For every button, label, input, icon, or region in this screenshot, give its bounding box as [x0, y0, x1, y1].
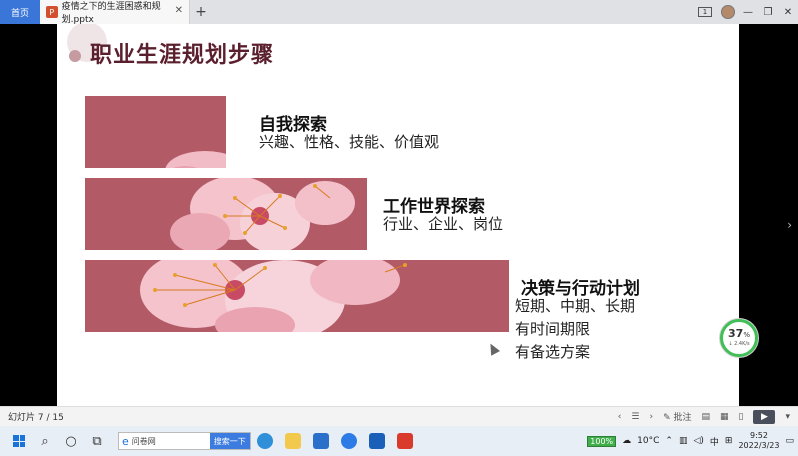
decor-dot: [69, 50, 81, 62]
slide-title: 职业生涯规划步骤: [90, 42, 275, 68]
status-bar: 幻灯片 7 / 15 ‹ ☰ › ✎ 批注 ▤ ▦ ▯ ▶ ▾: [0, 406, 798, 426]
battery-indicator[interactable]: 100%: [587, 435, 617, 447]
next-slide-arrow-icon[interactable]: ›: [787, 218, 792, 232]
clock-date: 2022/3/23: [738, 441, 780, 450]
performance-gauge[interactable]: 37% ↓ 2.4K/s: [720, 319, 758, 357]
tab-document[interactable]: P 疫情之下的生涯困惑和规划.pptx ✕: [40, 0, 190, 25]
prev-slide-icon[interactable]: ‹: [618, 412, 622, 422]
notification-icon[interactable]: ▭: [785, 436, 794, 446]
lenovo-app-icon[interactable]: [335, 426, 363, 456]
tab-spacer: [212, 0, 698, 24]
start-button[interactable]: [6, 426, 32, 456]
task-view-icon[interactable]: ⧉: [84, 426, 110, 456]
windows-logo-icon: [13, 435, 25, 447]
slide-canvas: 职业生涯规划步骤 自我探索 兴趣、性格、技能、价值观 工作世界探索 行业、企业、…: [57, 24, 739, 406]
page-badge[interactable]: 1: [698, 7, 712, 17]
tab-bar: 首页 P 疫情之下的生涯困惑和规划.pptx ✕ + 1 — ❐ ✕: [0, 0, 798, 25]
reading-view-icon[interactable]: ▯: [739, 412, 744, 422]
flower-image-strip-3: [85, 260, 509, 332]
gauge-percent: 37%: [728, 327, 750, 340]
chevron-up-icon[interactable]: ⌃: [665, 436, 673, 446]
volume-icon[interactable]: ◁): [693, 436, 703, 446]
system-tray: 100% ☁ 10°C ⌃ ▥ ◁) 中 ⊞ 9:52 2022/3/23 ▭: [587, 431, 798, 451]
close-window-icon[interactable]: ✕: [778, 7, 798, 18]
browser-search-button[interactable]: 搜索一下: [209, 433, 250, 449]
minimize-icon[interactable]: —: [738, 7, 758, 18]
slide-list-icon[interactable]: ☰: [631, 412, 639, 422]
clock[interactable]: 9:52 2022/3/23: [738, 431, 779, 451]
tab-home[interactable]: 首页: [0, 0, 40, 24]
next-slide-icon[interactable]: ›: [649, 412, 653, 422]
file-explorer-icon[interactable]: [279, 426, 307, 456]
section-3-line-1: 短期、中期、长期: [515, 297, 636, 315]
network-icon[interactable]: ▥: [679, 436, 688, 446]
window-controls: 1 — ❐ ✕: [698, 0, 798, 24]
ie-icon: e: [122, 434, 129, 448]
browser-search-input[interactable]: 问卷网: [132, 436, 210, 447]
ime-indicator[interactable]: 中: [710, 435, 719, 448]
section-3-line-2: 有时间期限: [515, 320, 591, 338]
sorter-view-icon[interactable]: ▦: [720, 412, 729, 422]
more-icon[interactable]: ▾: [785, 412, 790, 422]
section-2-line-1: 行业、企业、岗位: [383, 215, 504, 233]
note-button[interactable]: ✎ 批注: [663, 410, 691, 423]
search-icon[interactable]: ⌕: [32, 426, 58, 456]
clock-time: 9:52: [749, 431, 768, 440]
new-tab-button[interactable]: +: [190, 0, 212, 24]
browser-search-box: e 问卷网 搜索一下: [118, 432, 251, 450]
edge-app-icon[interactable]: [251, 426, 279, 456]
normal-view-icon[interactable]: ▤: [701, 412, 710, 422]
status-controls: ‹ ☰ › ✎ 批注 ▤ ▦ ▯ ▶ ▾: [618, 409, 790, 424]
taskbar: ⌕ ○ ⧉ e 问卷网 搜索一下 100% ☁ 10°C ⌃ ▥ ◁) 中 ⊞ …: [0, 426, 798, 456]
weather-icon[interactable]: ☁: [622, 436, 631, 446]
flower-image-strip-2: [85, 178, 367, 250]
slide-counter: 幻灯片 7 / 15: [8, 413, 64, 423]
cortana-icon[interactable]: ○: [58, 426, 84, 456]
wps-app-icon[interactable]: [391, 426, 419, 456]
input-grid-icon[interactable]: ⊞: [725, 436, 733, 446]
flower-image-strip-1: [85, 96, 226, 168]
app-window: 首页 P 疫情之下的生涯困惑和规划.pptx ✕ + 1 — ❐ ✕ 职业生涯规…: [0, 0, 798, 456]
pptx-file-icon: P: [46, 6, 58, 18]
section-1-line-1: 兴趣、性格、技能、价值观: [259, 133, 440, 151]
avatar[interactable]: [721, 5, 735, 19]
photos-app-icon[interactable]: [363, 426, 391, 456]
section-3-line-3: 有备选方案: [515, 343, 591, 361]
restore-icon[interactable]: ❐: [758, 7, 778, 18]
weather-temp[interactable]: 10°C: [637, 436, 659, 446]
mail-app-icon[interactable]: [307, 426, 335, 456]
tab-document-label: 疫情之下的生涯困惑和规划.pptx: [61, 2, 161, 25]
close-tab-icon[interactable]: ✕: [175, 5, 183, 16]
gauge-net-speed: ↓ 2.4K/s: [728, 341, 750, 347]
play-slideshow-button[interactable]: ▶: [753, 409, 776, 424]
